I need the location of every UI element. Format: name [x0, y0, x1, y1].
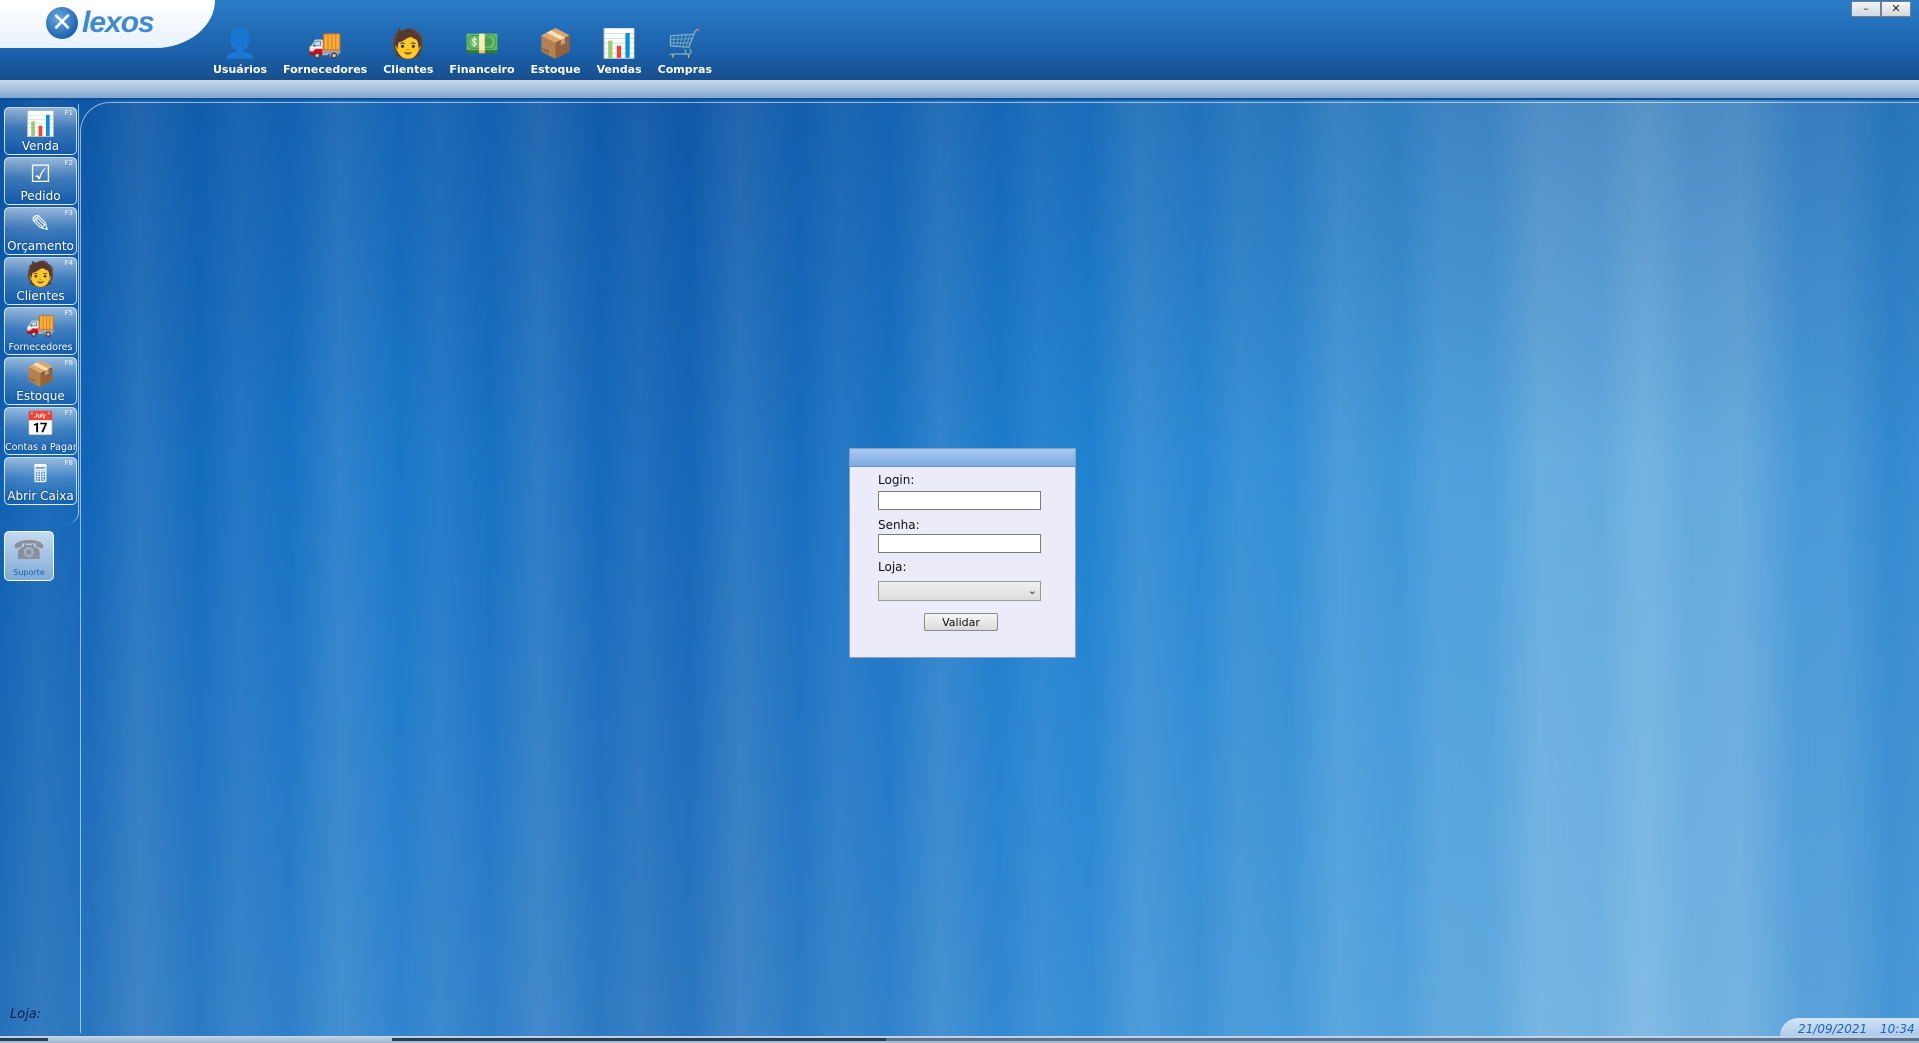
shortcut-key: F1: [64, 109, 73, 117]
validate-button[interactable]: Validar: [924, 613, 998, 631]
box-stack-icon: 📦: [538, 27, 573, 60]
shortcut-key: F2: [64, 159, 73, 167]
menu-item-vendas[interactable]: 📊 Vendas: [589, 22, 650, 76]
close-button[interactable]: ✕: [1881, 1, 1911, 17]
sidebar: 📊 F1 Venda ☑ F2 Pedido ✎ F3 Orçamento 🧑 …: [3, 104, 79, 524]
main-menu: 👤 Usuários 🚚 Fornecedores 🧑 Clientes 💵 F…: [205, 22, 720, 76]
menu-item-label: Financeiro: [449, 63, 515, 76]
sidebar-item-label: Orçamento: [7, 239, 74, 253]
support-label: Suporte: [13, 568, 45, 577]
status-store-label: Loja:: [10, 1007, 42, 1022]
sidebar-item-pedido[interactable]: ☑ F2 Pedido: [4, 157, 77, 205]
sidebar-item-abrir-caixa[interactable]: 🖩 F8 Abrir Caixa: [4, 457, 77, 505]
menu-item-fornecedores[interactable]: 🚚 Fornecedores: [275, 22, 375, 76]
money-stack-icon: 💵: [464, 27, 500, 60]
menu-item-compras[interactable]: 🛒 Compras: [650, 22, 720, 76]
status-bar: [0, 1036, 1919, 1043]
sidebar-item-label: Clientes: [16, 289, 65, 303]
menu-item-label: Estoque: [530, 63, 581, 76]
menu-item-label: Compras: [657, 63, 712, 76]
sidebar-item-label: Pedido: [20, 189, 61, 203]
lexos-logo-icon: ✕: [46, 7, 78, 39]
sidebar-item-fornecedores[interactable]: 🚚 F5 Fornecedores: [4, 307, 77, 355]
window-controls: – ✕: [1851, 1, 1911, 17]
shortcut-key: F6: [64, 359, 73, 367]
logo-area: ✕ lexos: [0, 0, 215, 48]
menu-item-label: Vendas: [596, 63, 642, 76]
menu-item-label: Usuários: [213, 63, 268, 76]
menu-item-usuarios[interactable]: 👤 Usuários: [205, 22, 275, 76]
login-dialog-titlebar: [850, 449, 1075, 467]
user-icon: 👤: [222, 27, 258, 60]
app-window: ✕ lexos 👤 Usuários 🚚 Fornecedores 🧑 Clie…: [0, 0, 1919, 1043]
sidebar-item-label: Estoque: [16, 389, 65, 403]
login-input[interactable]: [878, 491, 1041, 510]
status-segment: [392, 1038, 886, 1041]
status-date: 21/09/2021: [1798, 1022, 1868, 1036]
menu-item-estoque[interactable]: 📦 Estoque: [523, 22, 589, 76]
sidebar-item-label: Fornecedores: [8, 342, 73, 353]
sidebar-item-label: Contas a Pagar: [5, 442, 76, 453]
support-button[interactable]: ☎ Suporte: [4, 531, 54, 581]
toolbar-separator: [0, 80, 1919, 98]
store-select[interactable]: ⌄: [878, 581, 1041, 601]
sidebar-item-label: Abrir Caixa: [7, 489, 74, 503]
login-dialog: Login: Senha: Loja: ⌄ Validar: [849, 448, 1076, 658]
status-segment: [886, 1038, 1919, 1041]
phone-icon: ☎: [12, 536, 46, 566]
chevron-down-icon: ⌄: [1027, 584, 1037, 597]
password-label: Senha:: [878, 518, 920, 532]
shortcut-key: F8: [64, 459, 73, 467]
client-person-icon: 🧑: [390, 27, 426, 60]
shortcut-key: F3: [64, 209, 73, 217]
sales-chart-icon: 📊: [601, 27, 637, 60]
status-time: 10:34: [1880, 1022, 1915, 1036]
login-label: Login:: [878, 473, 915, 487]
sidebar-item-estoque[interactable]: 📦 F6 Estoque: [4, 357, 77, 405]
menu-item-label: Clientes: [383, 63, 434, 76]
top-toolbar: ✕ lexos 👤 Usuários 🚚 Fornecedores 🧑 Clie…: [0, 0, 1919, 100]
menu-item-label: Fornecedores: [283, 63, 368, 76]
supplier-truck-icon: 🚚: [307, 27, 343, 60]
menu-item-financeiro[interactable]: 💵 Financeiro: [441, 22, 522, 76]
minimize-button[interactable]: –: [1851, 1, 1881, 17]
store-label: Loja:: [878, 560, 907, 574]
status-segment: [0, 1038, 48, 1041]
password-input[interactable]: [878, 534, 1041, 553]
shortcut-key: F4: [64, 259, 73, 267]
logo-text: lexos: [82, 6, 155, 39]
sidebar-item-label: Venda: [21, 139, 60, 153]
sidebar-item-venda[interactable]: 📊 F1 Venda: [4, 107, 77, 155]
shortcut-key: F7: [64, 409, 73, 417]
sidebar-item-clientes[interactable]: 🧑 F4 Clientes: [4, 257, 77, 305]
toolbar-separator-line: [0, 98, 1919, 100]
menu-item-clientes[interactable]: 🧑 Clientes: [375, 22, 441, 76]
sidebar-item-orcamento[interactable]: ✎ F3 Orçamento: [4, 207, 77, 255]
lexos-logo: ✕ lexos: [46, 6, 155, 40]
sidebar-item-contas-a-pagar[interactable]: 📅 F7 Contas a Pagar: [4, 407, 77, 455]
shopping-cart-icon: 🛒: [667, 27, 703, 60]
shortcut-key: F5: [64, 309, 73, 317]
